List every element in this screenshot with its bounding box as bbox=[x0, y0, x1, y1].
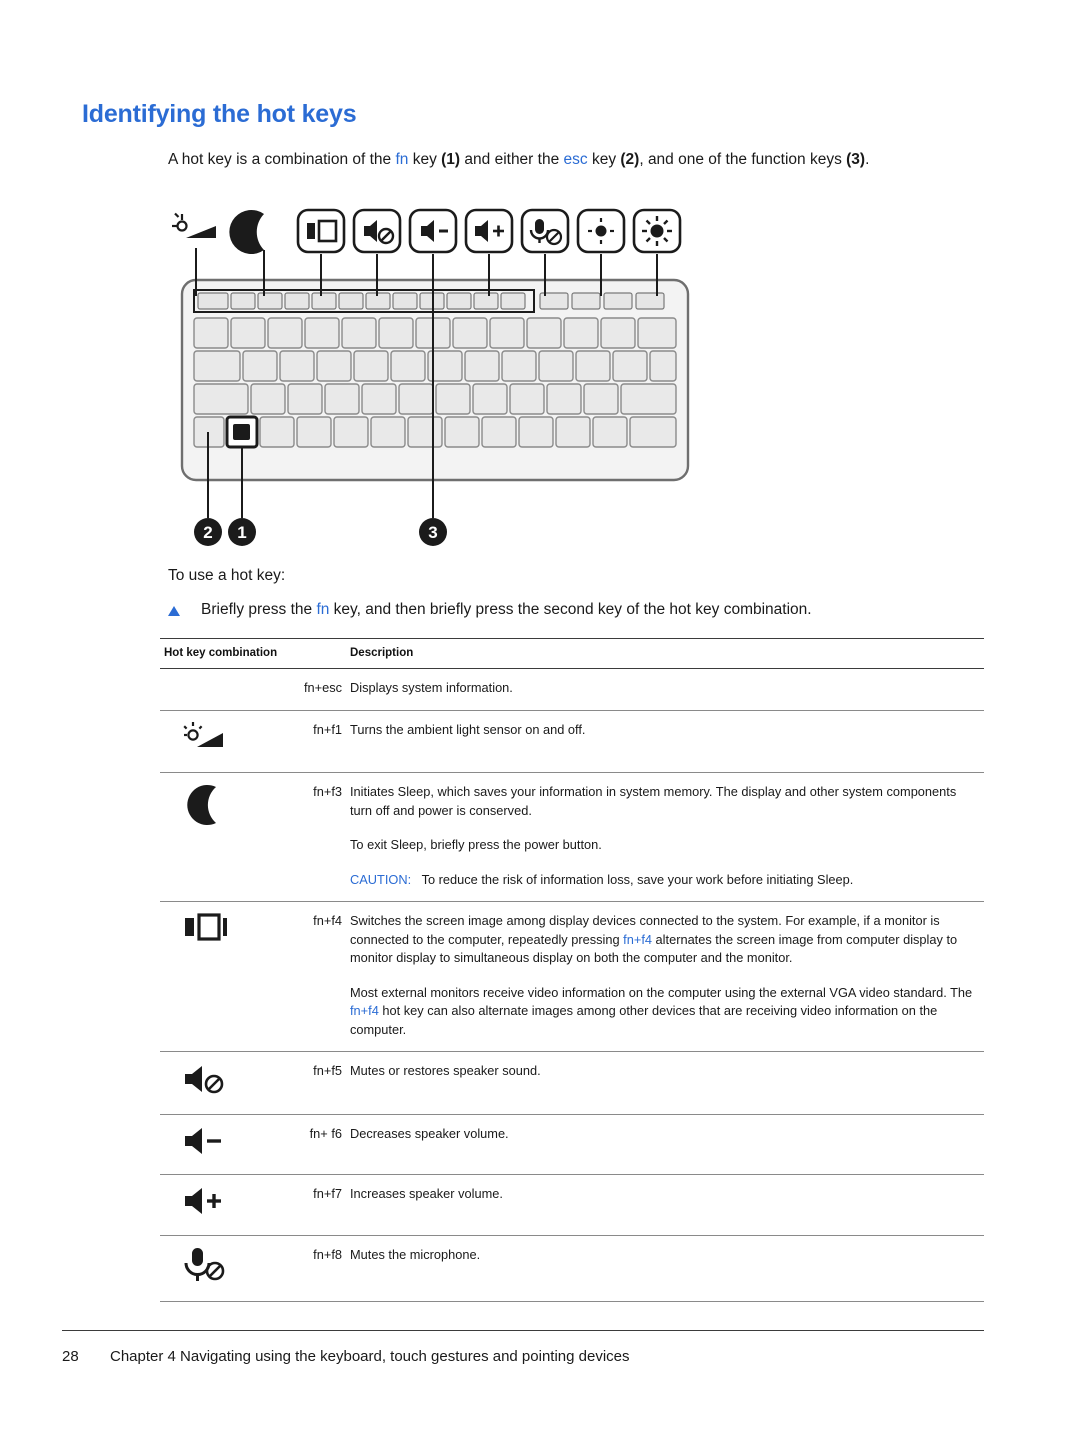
hotkey-description-paragraph: Mutes the microphone. bbox=[350, 1246, 481, 1262]
sleep-moon-icon bbox=[160, 772, 252, 902]
hotkey-description: Mutes or restores speaker sound. bbox=[346, 1051, 984, 1115]
footer-page-number: 28 bbox=[62, 1348, 79, 1365]
hotkey-combination: fn+f5 bbox=[252, 1051, 346, 1115]
volume-up-icon bbox=[160, 1174, 252, 1236]
ambient-light-sensor-icon bbox=[160, 710, 252, 773]
hotkey-description-paragraph: Most external monitors receive video inf… bbox=[350, 984, 973, 1037]
table-row: fn+f8 Mutes the microphone. bbox=[160, 1235, 984, 1302]
bullet-instruction: Briefly press the fn key, and then brief… bbox=[168, 601, 988, 619]
intro-paragraph: A hot key is a combination of the fn key… bbox=[168, 148, 983, 171]
table-row: fn+ f6 Decreases speaker volume. bbox=[160, 1114, 984, 1175]
hotkey-description: Mutes the microphone. bbox=[346, 1235, 984, 1302]
bullet-post: key, and then briefly press the second k… bbox=[329, 601, 812, 618]
hotkey-description-paragraph: Initiates Sleep, which saves your inform… bbox=[350, 784, 957, 818]
document-page: Identifying the hot keys A hot key is a … bbox=[0, 0, 1080, 1437]
hotkey-description: Displays system information. bbox=[346, 668, 984, 711]
page-title: Identifying the hot keys bbox=[82, 100, 357, 128]
hotkey-combination: fn+f8 bbox=[252, 1235, 346, 1302]
hotkey-combination: fn+f7 bbox=[252, 1174, 346, 1236]
keyboard-illustration: 2 1 3 bbox=[168, 200, 728, 560]
table-header-description: Description bbox=[346, 638, 984, 669]
hotkey-description-paragraph: Decreases speaker volume. bbox=[350, 1125, 509, 1141]
switch-screen-image-icon bbox=[160, 901, 252, 1052]
hotkey-combination: fn+esc bbox=[252, 668, 346, 711]
mute-speaker-icon bbox=[160, 1051, 252, 1115]
hotkey-combination: fn+ f6 bbox=[252, 1114, 346, 1175]
footer-chapter: Chapter 4 Navigating using the keyboard,… bbox=[110, 1348, 630, 1365]
to-use-label: To use a hot key: bbox=[168, 567, 286, 584]
intro-fn-key: fn bbox=[395, 151, 409, 168]
hotkey-description-paragraph: Switches the screen image among display … bbox=[350, 913, 958, 965]
svg-text:2: 2 bbox=[203, 523, 212, 542]
hotkey-description-paragraph: Displays system information. bbox=[350, 680, 513, 695]
caution-label: CAUTION: bbox=[350, 871, 412, 887]
hotkey-description-paragraph: Turns the ambient light sensor on and of… bbox=[350, 721, 586, 737]
hotkey-description-paragraph: To exit Sleep, briefly press the power b… bbox=[350, 837, 602, 852]
table-row: fn+esc Displays system information. bbox=[160, 668, 984, 711]
intro-part-4: key bbox=[587, 151, 621, 168]
hotkey-description-paragraph: Mutes or restores speaker sound. bbox=[350, 1063, 541, 1078]
hot-key-table: Hot key combination Description fn+esc Di… bbox=[160, 638, 984, 1302]
table-row: fn+f5 Mutes or restores speaker sound. bbox=[160, 1051, 984, 1115]
table-row: fn+f1 Turns the ambient light sensor on a… bbox=[160, 710, 984, 773]
bullet-fn-key: fn bbox=[316, 601, 330, 618]
hotkey-description: Switches the screen image among display … bbox=[346, 901, 984, 1052]
table-header-row: Hot key combination Description bbox=[160, 638, 984, 669]
hotkey-combination: fn+f3 bbox=[252, 772, 346, 902]
bullet-pre: Briefly press the bbox=[201, 601, 317, 618]
hotkey-description: Increases speaker volume. bbox=[346, 1174, 984, 1236]
hotkey-combination: fn+f1 bbox=[252, 710, 346, 773]
hotkey-description: Initiates Sleep, which saves your inform… bbox=[346, 772, 984, 902]
hotkey-description-paragraph: Increases speaker volume. bbox=[350, 1186, 503, 1201]
hotkey-icon-empty bbox=[160, 668, 252, 711]
intro-esc-key: esc bbox=[563, 151, 588, 168]
intro-part-2: key bbox=[408, 151, 442, 168]
bullet-instruction-text: Briefly press the fn key, and then brief… bbox=[201, 601, 988, 619]
mute-microphone-icon bbox=[160, 1235, 252, 1302]
hotkey-description: Decreases speaker volume. bbox=[346, 1114, 984, 1175]
hotkey-combination: fn+f4 bbox=[252, 901, 346, 1052]
intro-part-5: , and one of the function keys bbox=[639, 151, 847, 168]
table-row: fn+f3 Initiates Sleep, which saves your i… bbox=[160, 772, 984, 902]
svg-text:1: 1 bbox=[237, 523, 246, 542]
inline-key-combo: fn+f4 bbox=[623, 931, 652, 947]
hotkey-description-paragraph: CAUTION: To reduce the risk of informati… bbox=[350, 871, 854, 887]
svg-text:3: 3 bbox=[428, 523, 437, 542]
footer-rule bbox=[62, 1330, 984, 1332]
intro-callout-1: (1) bbox=[441, 151, 461, 168]
intro-part-1: A hot key is a combination of the bbox=[168, 151, 396, 168]
intro-callout-2: (2) bbox=[620, 151, 640, 168]
table-header-combination: Hot key combination bbox=[160, 638, 346, 669]
intro-callout-3: (3) bbox=[846, 151, 866, 168]
intro-part-3: and either the bbox=[460, 151, 564, 168]
table-row: fn+f4 Switches the screen image among dis… bbox=[160, 901, 984, 1052]
table-row: fn+f7 Increases speaker volume. bbox=[160, 1174, 984, 1236]
volume-down-icon bbox=[160, 1114, 252, 1175]
hotkey-description: Turns the ambient light sensor on and of… bbox=[346, 710, 984, 773]
intro-part-6: . bbox=[865, 151, 870, 168]
inline-key-combo: fn+f4 bbox=[350, 1003, 379, 1018]
triangle-bullet-icon bbox=[168, 606, 180, 616]
